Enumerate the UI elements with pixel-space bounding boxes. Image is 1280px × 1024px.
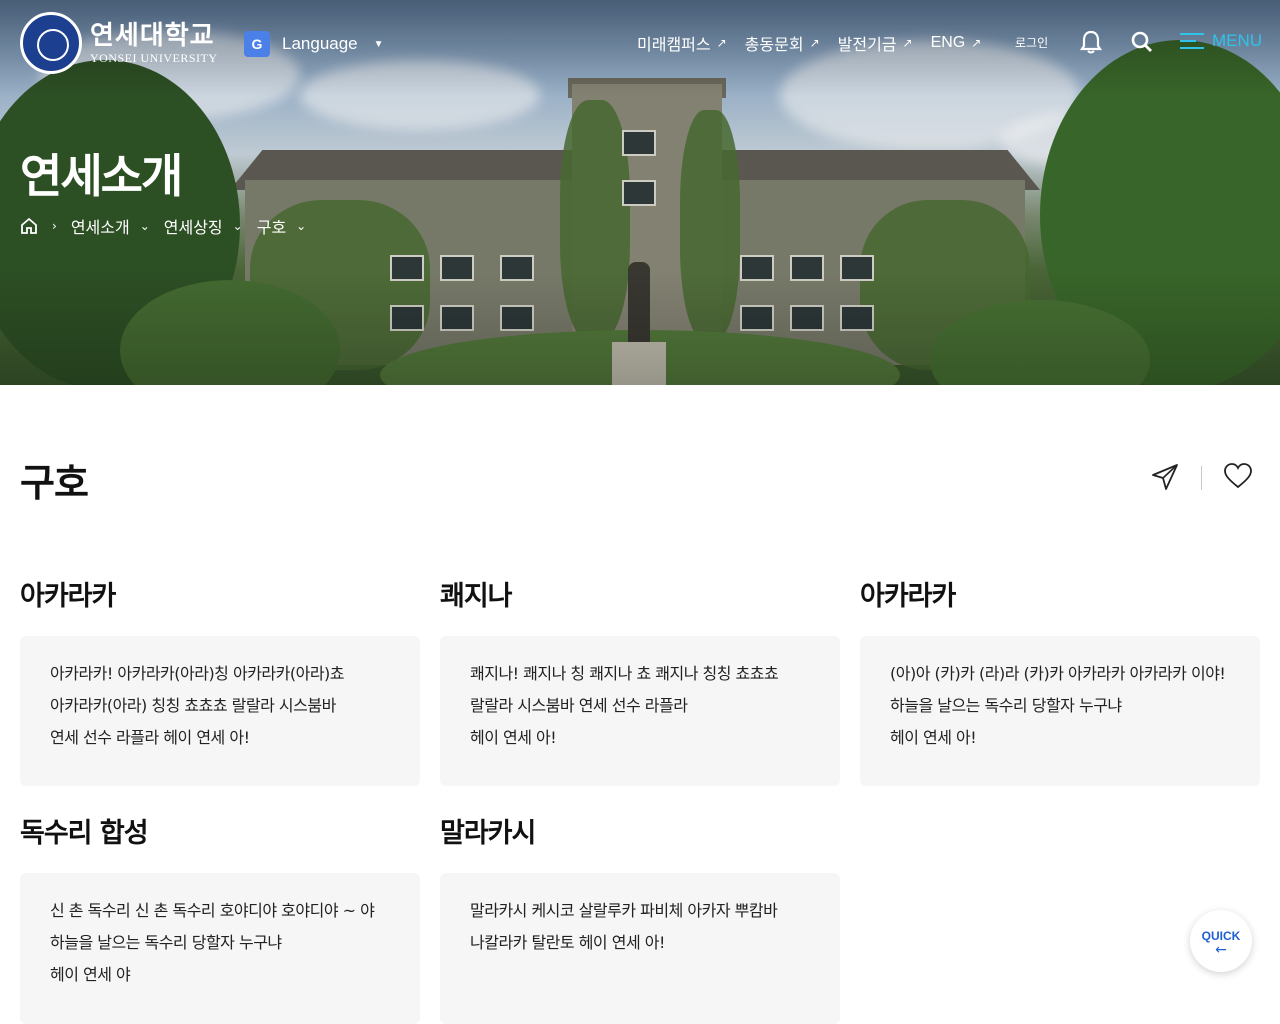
cheer-card: 말라카시 케시코 살랄루카 파비체 아카자 뿌캄바 나칼라카 탈란토 헤이 연세… (440, 873, 840, 1024)
chevron-down-icon: ⌄ (232, 219, 243, 233)
language-selector[interactable]: G Language ▼ (244, 31, 384, 57)
cheer-line: 연세 선수 라플라 헤이 연세 아! (50, 728, 250, 747)
cheer-line: 신 촌 독수리 신 촌 독수리 호야디야 호야디야 ~ 야 (50, 901, 375, 920)
external-link-icon: ↗ (809, 36, 820, 50)
breadcrumb-item-about[interactable]: 연세소개 ⌄ (71, 214, 150, 238)
chevron-down-icon: ⌄ (139, 219, 150, 233)
cheer-title: 말라카시 (440, 818, 536, 849)
nav-link-label: 총동문회 (744, 37, 804, 54)
top-nav: 미래캠퍼스 ↗ 총동문회 ↗ 발전기금 ↗ ENG ↗ (637, 31, 981, 55)
search-icon[interactable] (1131, 31, 1153, 53)
breadcrumb-label: 구호 (256, 218, 287, 237)
chevron-right-icon: › (52, 219, 57, 233)
arrow-left-icon: ← (1215, 942, 1227, 958)
login-link[interactable]: 로그인 (1015, 34, 1048, 51)
home-icon[interactable] (20, 217, 38, 235)
yonsei-logo[interactable]: 연세대학교 YONSEI UNIVERSITY (20, 12, 218, 74)
cheer-line: 헤이 연세 야 (50, 965, 131, 984)
cheer-title: 아카라카 (860, 581, 956, 612)
nav-link-alumni[interactable]: 총동문회 ↗ (745, 31, 820, 55)
hero-heading: 연세소개 (20, 149, 183, 203)
heart-icon[interactable] (1223, 462, 1253, 490)
cheer-title: 아카라카 (20, 581, 116, 612)
breadcrumb-label: 연세상징 (163, 218, 223, 237)
cheer-title: 쾌지나 (440, 581, 513, 612)
language-label: Language (282, 34, 358, 53)
cheer-line: 나칼라카 탈란토 헤이 연세 아! (470, 933, 665, 952)
breadcrumb: › 연세소개 ⌄ 연세상징 ⌄ 구호 ⌄ (20, 214, 306, 238)
logo-korean-text: 연세대학교 (90, 20, 215, 51)
external-link-icon: ↗ (971, 36, 982, 50)
university-seal-icon (20, 12, 82, 74)
cheer-line: 쾌지나! 쾌지나 칭 쾌지나 쵸 쾌지나 칭칭 쵸쵸쵸 (470, 664, 779, 683)
breadcrumb-label: 연세소개 (70, 218, 130, 237)
hamburger-icon (1180, 31, 1204, 51)
logo-english-text: YONSEI UNIVERSITY (90, 50, 218, 65)
cheer-card: 아카라카! 아카라카(아라)칭 아카라카(아라)쵸 아카라카(아라) 칭칭 쵸쵸… (20, 636, 420, 786)
nav-link-label: 미래캠퍼스 (637, 37, 711, 54)
menu-label: MENU (1212, 31, 1263, 50)
google-translate-icon: G (244, 31, 270, 57)
external-link-icon: ↗ (902, 36, 913, 50)
cheer-line: 아카라카(아라) 칭칭 쵸쵸쵸 랄랄라 시스붐바 (50, 696, 336, 715)
toolbar-divider (1201, 466, 1202, 490)
nav-link-development-fund[interactable]: 발전기금 ↗ (838, 31, 913, 55)
cheer-line: 하늘을 날으는 독수리 당할자 누구냐 (890, 696, 1122, 715)
caret-down-icon: ▼ (373, 38, 384, 50)
external-link-icon: ↗ (716, 36, 727, 50)
cheer-title: 독수리 합성 (20, 818, 149, 849)
quick-label: QUICK (1201, 929, 1241, 943)
cheer-line: 헤이 연세 아! (470, 728, 557, 747)
page-title: 구호 (20, 461, 89, 505)
cheer-card: 쾌지나! 쾌지나 칭 쾌지나 쵸 쾌지나 칭칭 쵸쵸쵸 랄랄라 시스붐바 연세 … (440, 636, 840, 786)
menu-button[interactable]: MENU (1180, 31, 1262, 51)
breadcrumb-item-cheers[interactable]: 구호 ⌄ (257, 214, 307, 238)
nav-link-english[interactable]: ENG ↗ (931, 31, 982, 55)
breadcrumb-item-symbols[interactable]: 연세상징 ⌄ (164, 214, 243, 238)
cheer-line: 하늘을 날으는 독수리 당할자 누구냐 (50, 933, 282, 952)
chevron-down-icon: ⌄ (296, 219, 307, 233)
quick-menu-button[interactable]: QUICK ← (1190, 910, 1252, 972)
cheer-line: (아)아 (카)카 (라)라 (카)카 아카라카 아카라카 이야! (890, 664, 1226, 683)
nav-link-label: ENG (930, 34, 966, 51)
nav-link-future-campus[interactable]: 미래캠퍼스 ↗ (637, 31, 727, 55)
nav-link-label: 발전기금 (837, 37, 897, 54)
bell-icon[interactable] (1080, 30, 1102, 54)
cheer-line: 헤이 연세 아! (890, 728, 977, 747)
cheer-line: 랄랄라 시스붐바 연세 선수 라플라 (470, 696, 688, 715)
cheer-line: 아카라카! 아카라카(아라)칭 아카라카(아라)쵸 (50, 664, 345, 683)
cheer-card: 신 촌 독수리 신 촌 독수리 호야디야 호야디야 ~ 야 하늘을 날으는 독수… (20, 873, 420, 1024)
share-icon[interactable] (1150, 462, 1180, 492)
cheer-card: (아)아 (카)카 (라)라 (카)카 아카라카 아카라카 이야! 하늘을 날으… (860, 636, 1260, 786)
cheer-line: 말라카시 케시코 살랄루카 파비체 아카자 뿌캄바 (470, 901, 778, 920)
